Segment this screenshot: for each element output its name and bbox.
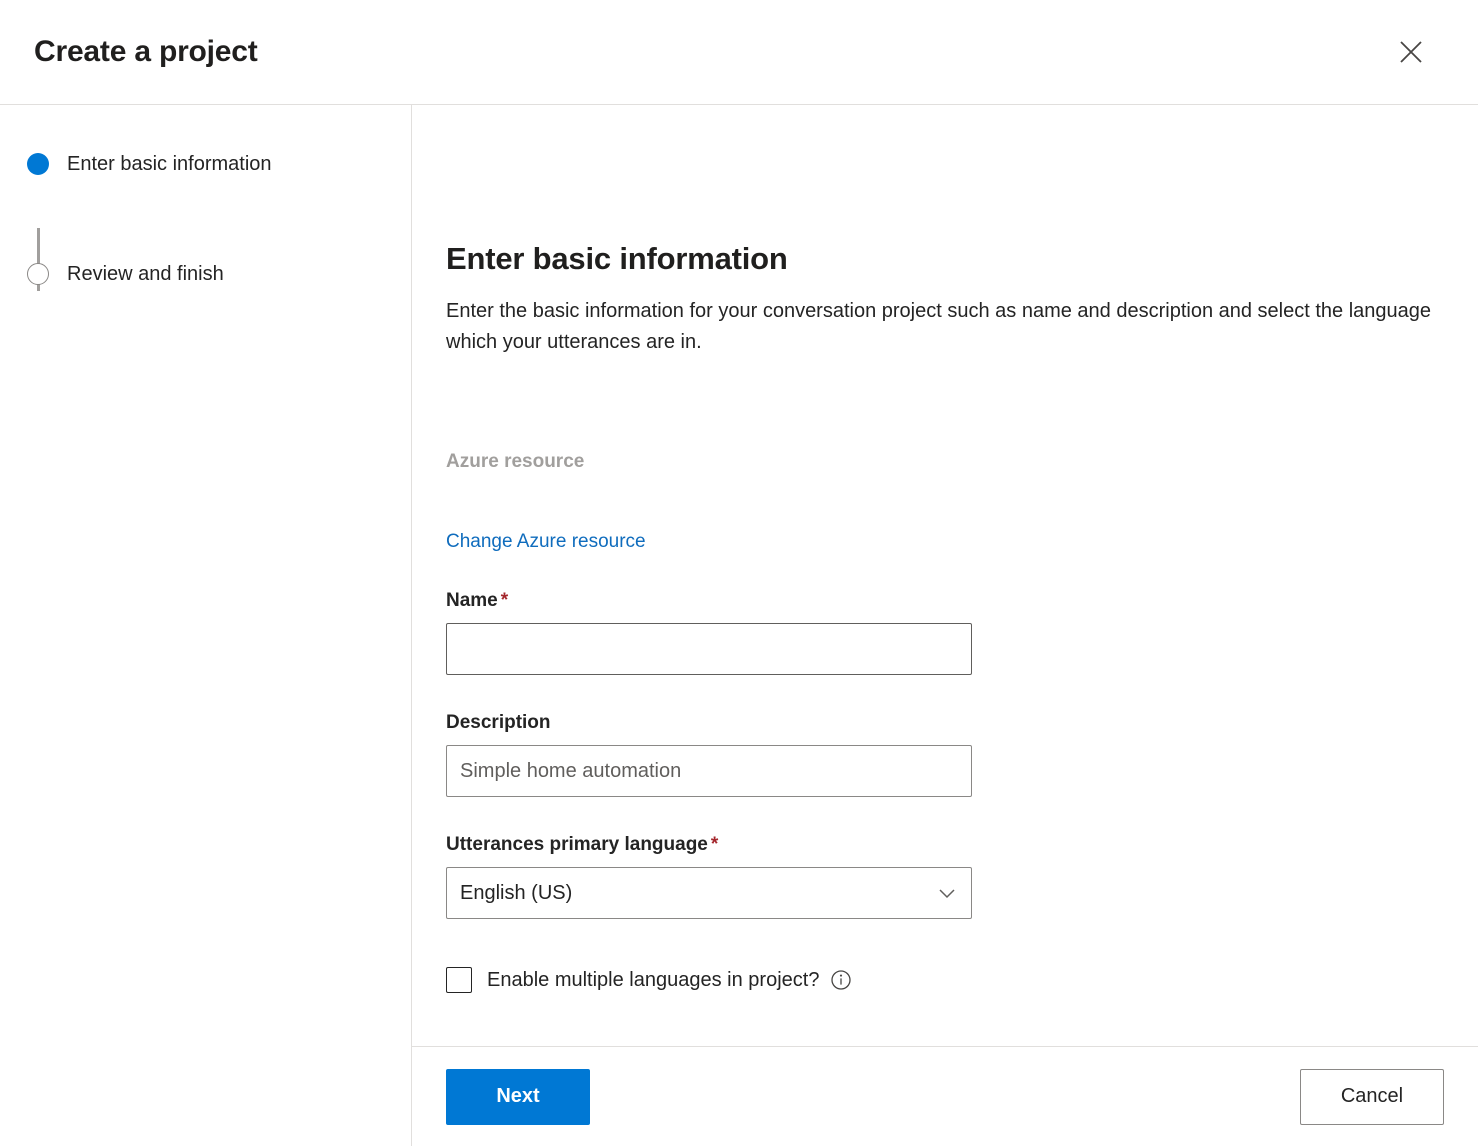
description-field-label: Description	[446, 712, 1444, 734]
language-select-value: English (US)	[460, 882, 936, 905]
name-field-group: Name*	[446, 590, 1444, 675]
next-button[interactable]: Next	[446, 1069, 590, 1125]
close-button[interactable]	[1388, 29, 1434, 75]
change-azure-resource-link[interactable]: Change Azure resource	[446, 531, 646, 553]
dialog-body: Enter basic information Review and finis…	[0, 105, 1478, 1046]
enable-multiple-languages-checkbox[interactable]	[446, 967, 472, 993]
dialog-footer: Next Cancel	[0, 1046, 1478, 1146]
main-content: Enter basic information Enter the basic …	[412, 105, 1478, 1046]
multi-language-row: Enable multiple languages in project?	[446, 967, 1444, 993]
section-description: Enter the basic information for your con…	[446, 296, 1444, 358]
name-field-label: Name*	[446, 590, 1444, 612]
step-marker-inactive	[27, 259, 49, 285]
azure-resource-value-placeholder	[446, 473, 1444, 531]
required-asterisk: *	[711, 834, 718, 855]
required-asterisk: *	[501, 590, 508, 611]
sidebar-item-enter-basic-information[interactable]: Enter basic information	[0, 149, 411, 259]
wizard-stepper: Enter basic information Review and finis…	[0, 105, 412, 1046]
footer-sidebar-spacer	[0, 1046, 412, 1146]
cancel-button[interactable]: Cancel	[1300, 1069, 1444, 1125]
dialog-header: Create a project	[0, 0, 1478, 105]
enable-multiple-languages-label: Enable multiple languages in project?	[487, 969, 819, 992]
name-input[interactable]	[446, 623, 972, 675]
language-field-label: Utterances primary language*	[446, 834, 1444, 856]
language-field-group: Utterances primary language* English (US…	[446, 834, 1444, 919]
filled-dot-icon	[27, 153, 49, 175]
sidebar-item-label: Enter basic information	[67, 149, 272, 178]
description-field-group: Description	[446, 712, 1444, 797]
create-project-dialog: Create a project Enter basic information	[0, 0, 1478, 1146]
chevron-down-icon	[936, 882, 958, 904]
footer-actions: Next Cancel	[412, 1046, 1478, 1146]
page-title: Create a project	[34, 34, 258, 70]
language-select[interactable]: English (US)	[446, 867, 972, 919]
description-input[interactable]	[446, 745, 972, 797]
azure-resource-label: Azure resource	[446, 451, 1444, 473]
sidebar-item-review-and-finish[interactable]: Review and finish	[0, 259, 411, 288]
sidebar-item-label: Review and finish	[67, 259, 224, 288]
step-marker-active	[27, 149, 49, 175]
close-icon	[1398, 39, 1424, 65]
hollow-dot-icon	[27, 263, 49, 285]
section-title: Enter basic information	[446, 240, 1444, 278]
info-icon[interactable]	[830, 969, 852, 991]
